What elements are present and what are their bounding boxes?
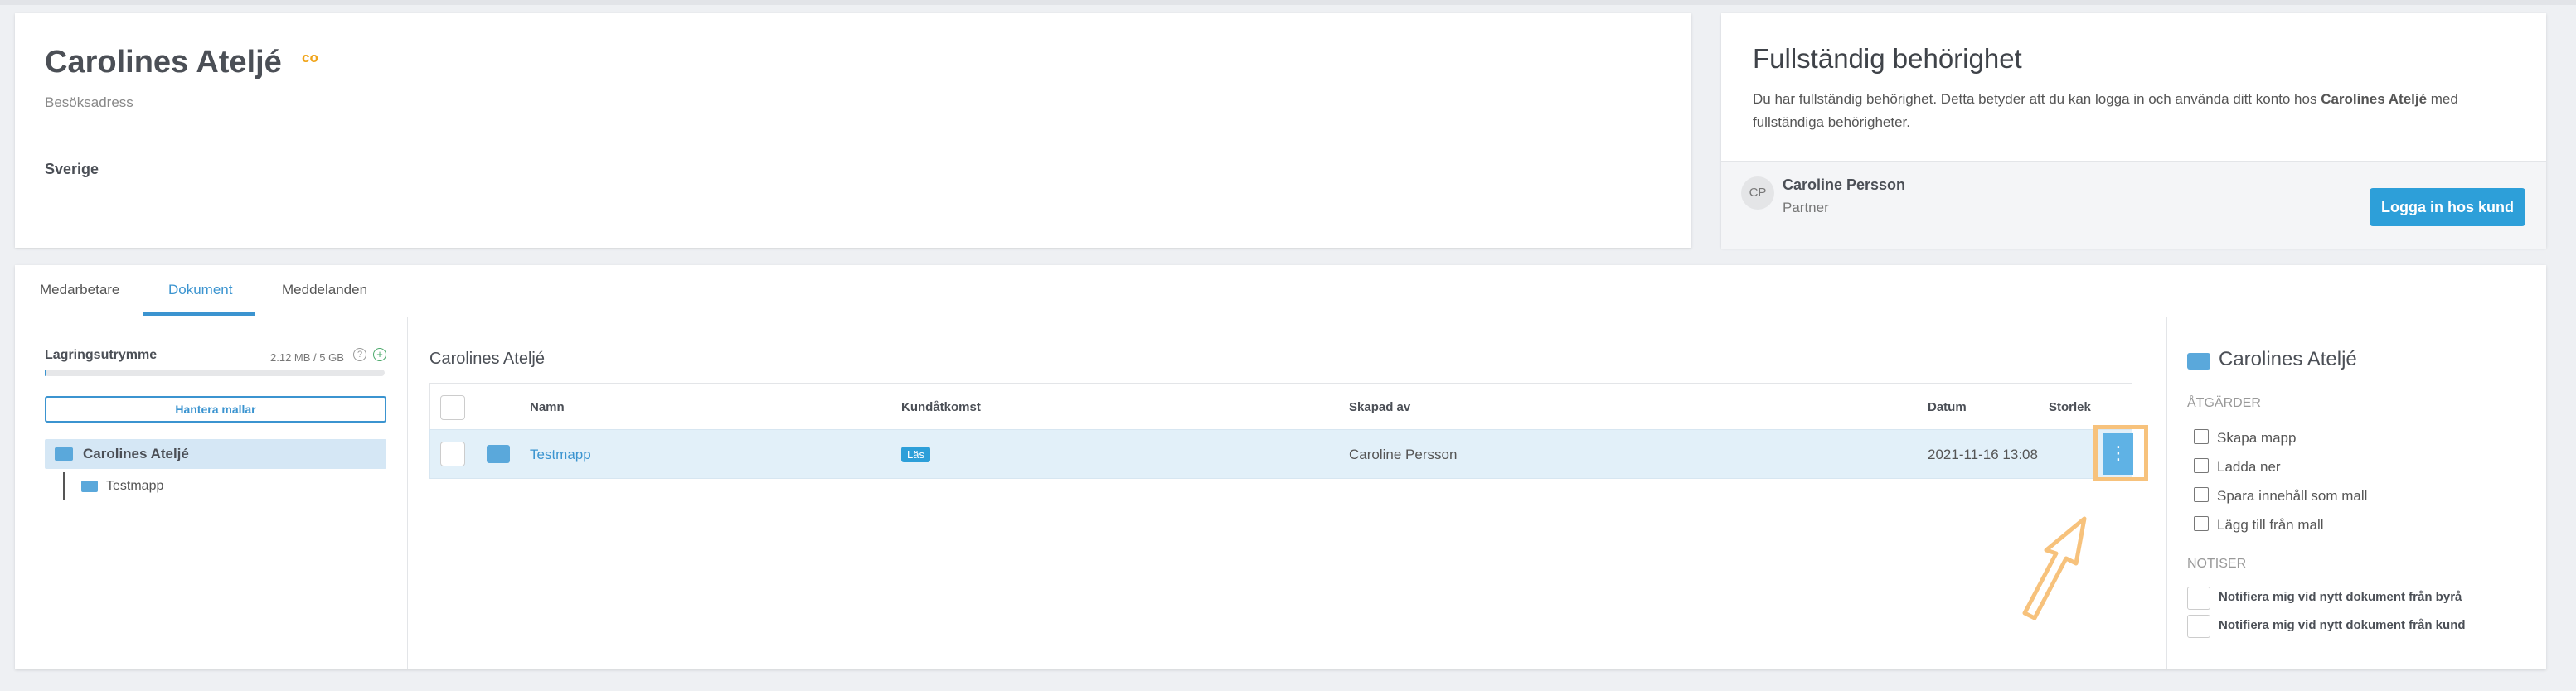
- download-icon: [2194, 458, 2209, 473]
- column-header-date[interactable]: Datum: [1928, 400, 1967, 414]
- permission-company: Carolines Ateljé: [2321, 91, 2428, 107]
- add-storage-icon[interactable]: +: [373, 348, 386, 361]
- country: Sverige: [45, 161, 99, 177]
- column-header-name[interactable]: Namn: [530, 400, 565, 414]
- copy-icon: [2194, 487, 2209, 502]
- permission-card: Fullständig behörighet Du har fullständi…: [1721, 13, 2546, 249]
- folder-icon: [81, 481, 98, 492]
- tab-bar: Medarbetare Dokument Meddelanden: [15, 265, 2546, 317]
- avatar: CP: [1741, 176, 1774, 210]
- visit-address-label: Besöksadress: [45, 94, 133, 110]
- actions-section-title: ÅTGÄRDER: [2187, 396, 2261, 410]
- template-icon: [2194, 516, 2209, 531]
- download-action[interactable]: Ladda ner: [2194, 458, 2281, 476]
- storage-label: Lagringsutrymme: [45, 348, 158, 362]
- annotation-arrow-icon: [2022, 516, 2087, 620]
- notifications-section-title: NOTISER: [2187, 557, 2247, 571]
- active-tab-indicator: [143, 312, 255, 316]
- permission-description: Du har fullständig behörighet. Detta bet…: [1753, 88, 2491, 134]
- notify-label: Notifiera mig vid nytt dokument från kun…: [2219, 618, 2466, 632]
- shared-folder-icon: [487, 445, 510, 463]
- user-name: Caroline Persson: [1783, 176, 1906, 193]
- tree-connector: [63, 472, 65, 500]
- file-table: Namn Kundåtkomst Skapad av Datum Storlek…: [429, 383, 2148, 482]
- date: 2021-11-16 13:08: [1928, 447, 2038, 462]
- folder-icon: [2187, 353, 2210, 370]
- tab-meddelanden[interactable]: Meddelanden: [282, 282, 367, 298]
- action-label: Spara innehåll som mall: [2217, 488, 2368, 504]
- login-as-customer-button[interactable]: Logga in hos kund: [2370, 188, 2525, 226]
- storage-progress-bar: [45, 370, 385, 376]
- help-icon[interactable]: ?: [353, 348, 366, 361]
- checkbox[interactable]: [2187, 587, 2210, 610]
- tree-item-testmapp[interactable]: Testmapp: [81, 476, 330, 500]
- column-header-access[interactable]: Kundåtkomst: [901, 400, 981, 414]
- checkbox[interactable]: [2187, 615, 2210, 638]
- row-checkbox[interactable]: [440, 442, 465, 466]
- column-header-created-by[interactable]: Skapad av: [1349, 400, 1410, 414]
- company-name: Carolines Ateljé: [45, 45, 282, 80]
- folder-open-icon: [55, 447, 73, 461]
- co-badge-icon: co: [302, 50, 318, 65]
- select-all-checkbox[interactable]: [440, 395, 465, 420]
- add-from-template-action[interactable]: Lägg till från mall: [2194, 516, 2324, 534]
- permission-description-text: Du har fullständig behörighet. Detta bet…: [1753, 91, 2321, 107]
- user-role: Partner: [1783, 200, 1829, 215]
- documents-panel: Medarbetare Dokument Meddelanden Lagring…: [15, 265, 2546, 669]
- action-label: Skapa mapp: [2217, 430, 2297, 446]
- company-card: Carolines Ateljé co Besöksadress Sverige: [15, 13, 1691, 248]
- storage-progress-fill: [45, 370, 46, 376]
- table-header: Namn Kundåtkomst Skapad av Datum Storlek: [429, 383, 2132, 430]
- file-name-link[interactable]: Testmapp: [530, 447, 591, 463]
- file-list-area: Carolines Ateljé Namn Kundåtkomst Skapad…: [408, 317, 2166, 669]
- folder-sidebar: Lagringsutrymme 2.12 MB / 5 GB ? + Hante…: [15, 317, 408, 669]
- actions-panel: Carolines Ateljé ÅTGÄRDER Skapa mapp Lad…: [2166, 317, 2547, 669]
- top-bar: [0, 0, 2576, 5]
- storage-value: 2.12 MB / 5 GB: [270, 351, 344, 364]
- folder-heading: Carolines Ateljé: [429, 350, 545, 368]
- created-by: Caroline Persson: [1349, 447, 1458, 462]
- actions-panel-title: Carolines Ateljé: [2219, 348, 2357, 370]
- access-badge: Läs: [901, 447, 930, 462]
- column-header-size[interactable]: Storlek: [2049, 400, 2091, 414]
- manage-templates-button[interactable]: Hantera mallar: [45, 396, 386, 423]
- more-vertical-icon[interactable]: ⋮: [2103, 433, 2133, 475]
- tab-dokument[interactable]: Dokument: [168, 282, 232, 298]
- notify-label: Notifiera mig vid nytt dokument från byr…: [2219, 590, 2462, 604]
- create-folder-action[interactable]: Skapa mapp: [2194, 429, 2296, 447]
- permission-title: Fullständig behörighet: [1753, 43, 2022, 74]
- action-label: Ladda ner: [2217, 459, 2281, 475]
- tree-item-label: Testmapp: [106, 479, 164, 493]
- tree-item-root[interactable]: Carolines Ateljé: [45, 439, 386, 469]
- permission-footer: CP Caroline Persson Partner Logga in hos…: [1721, 161, 2546, 249]
- action-label: Lägg till från mall: [2217, 517, 2324, 533]
- save-as-template-action[interactable]: Spara innehåll som mall: [2194, 487, 2367, 505]
- table-row[interactable]: Testmapp Läs Caroline Persson 2021-11-16…: [429, 425, 2148, 481]
- tab-medarbetare[interactable]: Medarbetare: [40, 282, 119, 298]
- folder-plus-icon: [2194, 429, 2209, 444]
- tree-item-label: Carolines Ateljé: [83, 446, 189, 461]
